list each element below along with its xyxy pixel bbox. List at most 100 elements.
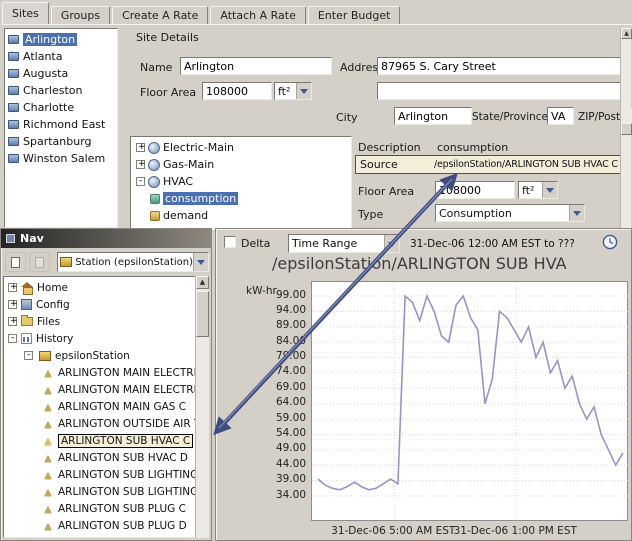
site-icon <box>8 69 19 78</box>
tab[interactable]: Groups <box>51 6 110 24</box>
nav-history-item[interactable]: ARLINGTON SUB LIGHTING <box>4 466 208 483</box>
tab[interactable]: Sites <box>2 2 49 24</box>
nav-history-item[interactable]: ARLINGTON SUB HVAC D <box>4 449 208 466</box>
tab[interactable]: Attach A Rate <box>210 6 305 24</box>
dropdown-arrow-icon[interactable] <box>569 205 584 221</box>
copy-sheet-icon <box>35 257 44 268</box>
tab-label: Groups <box>61 9 100 22</box>
site-list-item[interactable]: Richmond East <box>6 116 117 133</box>
floor-area-unit-select[interactable]: ft² <box>274 82 312 100</box>
tree-item-electric-main[interactable]: Electric-Main <box>136 139 351 156</box>
site-list-item[interactable]: Atlanta <box>6 48 117 65</box>
nav-history-item[interactable]: ARLINGTON MAIN ELECTRIC <box>4 364 208 381</box>
nav-history-item[interactable]: ARLINGTON MAIN ELECTRIC <box>4 381 208 398</box>
nav-history-item[interactable]: ARLINGTON OUTSIDE AIR T <box>4 415 208 432</box>
city-input[interactable] <box>394 107 472 125</box>
source-field-highlighted[interactable]: Source /epsilonStation/ARLINGTON SUB HVA… <box>355 155 626 174</box>
floor-area-input[interactable] <box>202 82 272 100</box>
nav-history-item[interactable]: ARLINGTON SUB HVAC C <box>4 432 208 449</box>
expand-icon[interactable] <box>8 283 17 292</box>
tab[interactable]: Enter Budget <box>308 6 401 24</box>
history-delta-icon <box>42 520 54 532</box>
site-list-item[interactable]: Augusta <box>6 65 117 82</box>
history-delta-icon <box>42 401 54 413</box>
dropdown-arrow-icon[interactable] <box>193 253 208 271</box>
clock-icon[interactable] <box>602 234 618 250</box>
nav-history-item[interactable]: ARLINGTON SUB PLUG C <box>4 500 208 517</box>
expand-icon[interactable] <box>136 143 145 152</box>
meter-floor-area-input[interactable] <box>435 181 515 199</box>
site-label: Charlotte <box>23 101 74 114</box>
station-icon <box>60 257 72 267</box>
meter-tree[interactable]: Electric-Main Gas-Main HVAC consumption … <box>130 136 352 230</box>
tree-item-demand[interactable]: demand <box>150 207 351 224</box>
site-list-item[interactable]: Winston Salem <box>6 150 117 167</box>
history-delta-icon <box>42 367 54 379</box>
tab-bar: Sites Groups Create A Rate Attach A Rate Ent… <box>2 3 632 25</box>
nav-item-config[interactable]: Config <box>4 296 208 313</box>
site-list-item[interactable]: Charleston <box>6 82 117 99</box>
tree-item-gas-main[interactable]: Gas-Main <box>136 156 351 173</box>
history-delta-icon <box>42 435 54 447</box>
date-range-text: 31-Dec-06 12:00 AM EST to ??? <box>410 238 575 250</box>
nav-item-station[interactable]: epsilonStation <box>4 347 208 364</box>
tree-label-selected: consumption <box>163 192 238 205</box>
delta-checkbox[interactable] <box>224 236 236 248</box>
expand-icon[interactable] <box>136 160 145 169</box>
nav-item-label: ARLINGTON MAIN GAS C <box>58 401 186 413</box>
dropdown-arrow-icon[interactable] <box>542 182 557 198</box>
nav-scrollbar[interactable]: ▲ <box>195 276 209 538</box>
new-sheet-icon <box>11 257 20 268</box>
floor-area-label: Floor Area <box>140 86 196 99</box>
dropdown-arrow-icon[interactable] <box>384 235 399 252</box>
scroll-thumb[interactable] <box>621 123 632 135</box>
expand-icon[interactable] <box>8 300 17 309</box>
expand-icon[interactable] <box>136 177 145 186</box>
scroll-thumb[interactable] <box>196 291 209 337</box>
site-list-item[interactable]: Charlotte <box>6 99 117 116</box>
tree-label: Gas-Main <box>163 158 214 171</box>
nav-title-text: Nav <box>20 232 44 245</box>
history-item-list: ARLINGTON MAIN ELECTRIC ARLINGTON MAIN E… <box>4 364 208 534</box>
meter-floor-area-unit-value: ft² <box>519 184 542 197</box>
site-list-item[interactable]: Spartanburg <box>6 133 117 150</box>
nav-item-label: Files <box>37 316 60 328</box>
nav-title-bar[interactable]: Nav <box>1 229 211 248</box>
name-input[interactable] <box>180 57 332 75</box>
nav-item-history[interactable]: History <box>4 330 208 347</box>
tab[interactable]: Create A Rate <box>112 6 208 24</box>
nav-item-files[interactable]: Files <box>4 313 208 330</box>
plot-area[interactable] <box>311 281 628 521</box>
station-select[interactable]: Station (epsilonStation) <box>57 252 209 272</box>
tab-label: Attach A Rate <box>220 9 295 22</box>
tree-item-consumption[interactable]: consumption <box>150 190 351 207</box>
meter-floor-area-unit-select[interactable]: ft² <box>518 181 558 199</box>
nav-tree[interactable]: Home Config Files History epsilonStation… <box>3 276 209 538</box>
nav-item-home[interactable]: Home <box>4 279 208 296</box>
expand-icon[interactable] <box>8 317 17 326</box>
tree-label: HVAC <box>163 175 193 188</box>
address-input[interactable] <box>377 57 621 75</box>
scroll-up-button[interactable]: ▲ <box>196 276 209 289</box>
nav-history-item[interactable]: ARLINGTON SUB PLUG D <box>4 517 208 534</box>
dropdown-arrow-icon[interactable] <box>296 83 311 99</box>
nav-item-label: Config <box>36 299 70 311</box>
copy-item-button[interactable] <box>29 252 50 272</box>
expand-icon[interactable] <box>8 334 17 343</box>
site-list-item[interactable]: Arlington <box>6 31 117 48</box>
expand-icon[interactable] <box>24 351 33 360</box>
state-input[interactable] <box>547 107 574 125</box>
new-item-button[interactable] <box>5 252 26 272</box>
site-label: Winston Salem <box>23 152 105 165</box>
type-select[interactable]: Consumption <box>435 204 585 222</box>
tree-item-hvac[interactable]: HVAC <box>136 173 351 190</box>
address-line2-input[interactable] <box>377 82 621 100</box>
details-scrollbar[interactable]: ▲ <box>620 28 631 232</box>
nav-history-item[interactable]: ARLINGTON SUB LIGHTING <box>4 483 208 500</box>
site-list[interactable]: Arlington Atlanta Augusta Charleston Cha… <box>4 28 118 228</box>
source-label: Source <box>356 158 434 171</box>
nav-history-item[interactable]: ARLINGTON MAIN GAS C <box>4 398 208 415</box>
nav-item-label: ARLINGTON SUB HVAC D <box>58 452 188 464</box>
tab-label: Create A Rate <box>122 9 198 22</box>
scroll-up-button[interactable]: ▲ <box>621 28 632 39</box>
